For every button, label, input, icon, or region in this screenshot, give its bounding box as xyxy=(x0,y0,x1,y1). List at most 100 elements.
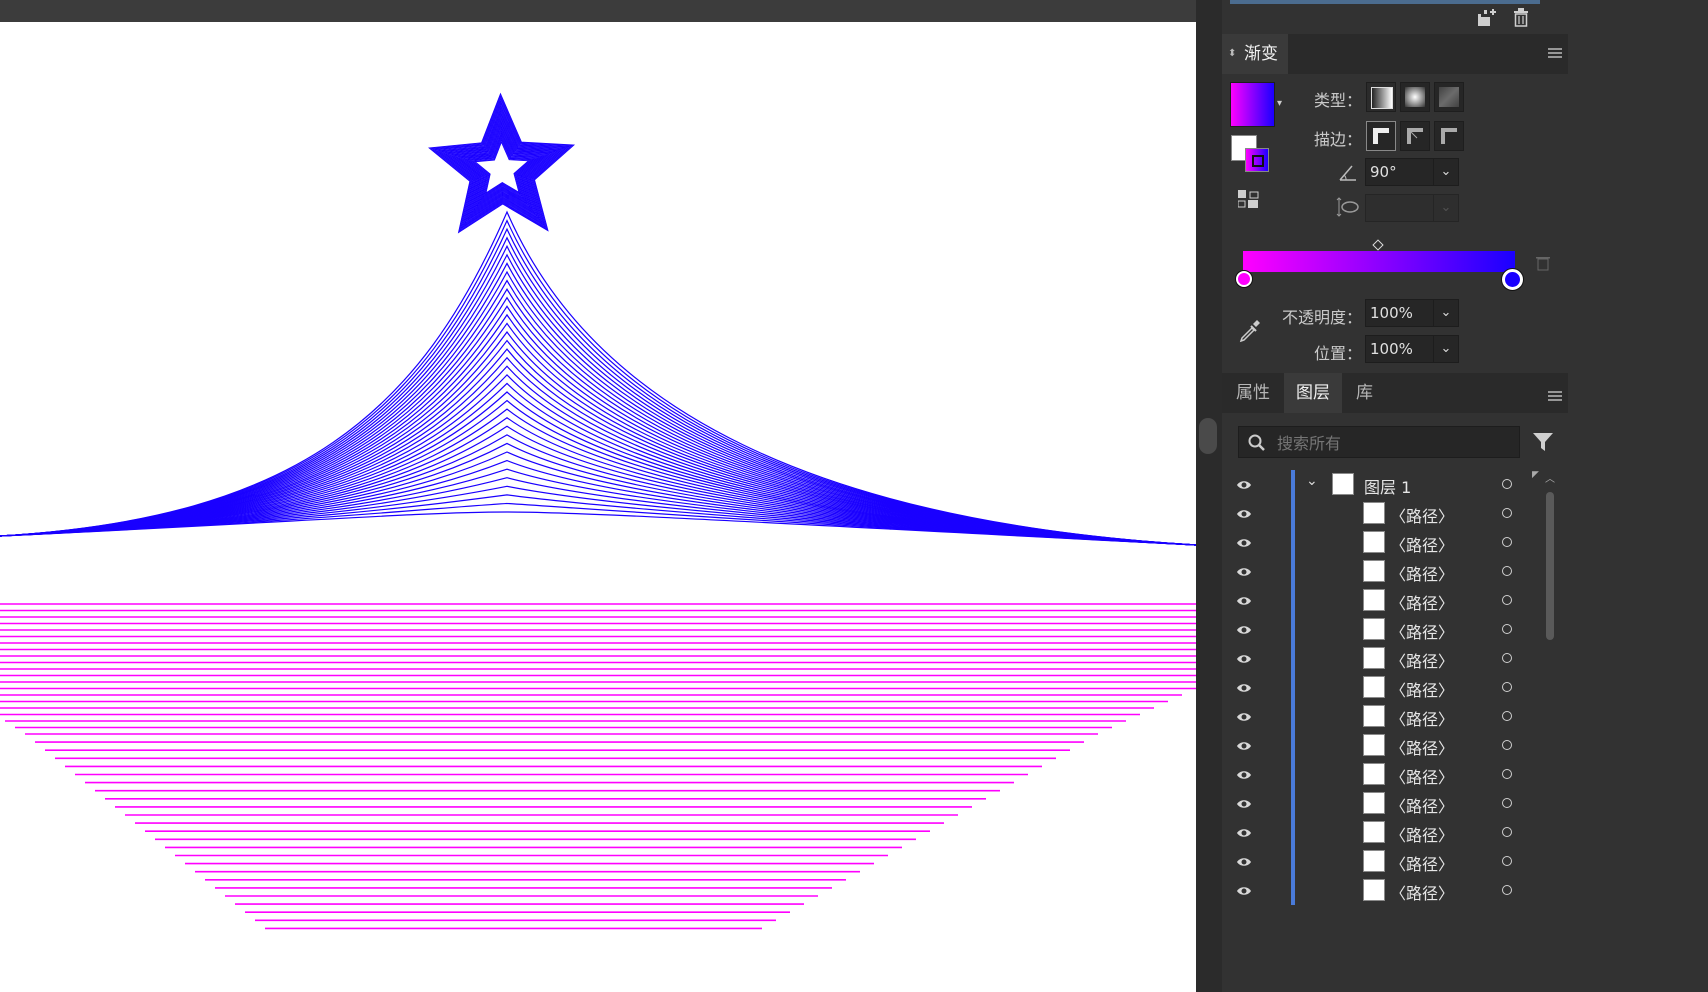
visibility-eye-icon[interactable] xyxy=(1236,709,1252,723)
visibility-eye-icon[interactable] xyxy=(1236,622,1252,636)
visibility-eye-icon[interactable] xyxy=(1236,796,1252,810)
visibility-eye-icon[interactable] xyxy=(1236,506,1252,520)
tree-blend-line xyxy=(0,270,1196,546)
target-circle-icon[interactable] xyxy=(1502,508,1512,518)
visibility-eye-icon[interactable] xyxy=(1236,593,1252,607)
angle-field[interactable]: 90° ⌄ xyxy=(1365,158,1459,186)
path-row[interactable]: 〈路径〉 xyxy=(1222,615,1540,644)
trash-icon[interactable] xyxy=(1512,8,1530,32)
eyedropper-icon[interactable] xyxy=(1238,318,1262,348)
path-row[interactable]: 〈路径〉 xyxy=(1222,876,1540,905)
freeform-gradient-button[interactable] xyxy=(1434,82,1464,112)
gradient-slider-bar[interactable] xyxy=(1243,251,1515,272)
visibility-eye-icon[interactable] xyxy=(1236,825,1252,839)
visibility-eye-icon[interactable] xyxy=(1236,767,1252,781)
filter-icon[interactable] xyxy=(1532,431,1554,457)
target-circle-icon[interactable] xyxy=(1502,653,1512,663)
path-name[interactable]: 〈路径〉 xyxy=(1390,619,1454,643)
canvas-scroll-handle[interactable] xyxy=(1199,418,1217,454)
path-name[interactable]: 〈路径〉 xyxy=(1390,851,1454,875)
swatch-dropdown-icon[interactable]: ▾ xyxy=(1277,98,1282,109)
path-row[interactable]: 〈路径〉 xyxy=(1222,586,1540,615)
location-field[interactable]: 100% ⌄ xyxy=(1365,335,1459,363)
panel-menu-icon[interactable] xyxy=(1548,44,1562,63)
location-dropdown-icon[interactable]: ⌄ xyxy=(1433,336,1458,362)
search-input[interactable] xyxy=(1275,429,1519,457)
visibility-eye-icon[interactable] xyxy=(1236,854,1252,868)
opacity-field[interactable]: 100% ⌄ xyxy=(1365,299,1459,327)
target-circle-icon[interactable] xyxy=(1502,885,1512,895)
tab-gradient[interactable]: ⬍ 渐变 xyxy=(1222,34,1288,74)
target-circle-icon[interactable] xyxy=(1502,856,1512,866)
visibility-eye-icon[interactable] xyxy=(1236,477,1252,491)
target-circle-icon[interactable] xyxy=(1502,740,1512,750)
layers-search[interactable] xyxy=(1238,426,1520,458)
target-circle-icon[interactable] xyxy=(1502,595,1512,605)
path-row[interactable]: 〈路径〉 xyxy=(1222,644,1540,673)
path-name[interactable]: 〈路径〉 xyxy=(1390,561,1454,585)
stroke-swatch[interactable] xyxy=(1245,148,1269,172)
visibility-eye-icon[interactable] xyxy=(1236,535,1252,549)
path-row[interactable]: 〈路径〉 xyxy=(1222,731,1540,760)
path-name[interactable]: 〈路径〉 xyxy=(1390,706,1454,730)
layer-name[interactable]: 图层 1 xyxy=(1364,474,1411,498)
gradient-stop-start[interactable] xyxy=(1236,271,1252,287)
path-row[interactable]: 〈路径〉 xyxy=(1222,557,1540,586)
linear-gradient-button[interactable] xyxy=(1366,82,1396,112)
path-name[interactable]: 〈路径〉 xyxy=(1390,735,1454,759)
delete-stop-icon xyxy=(1535,254,1551,276)
path-row[interactable]: 〈路径〉 xyxy=(1222,789,1540,818)
target-circle-icon[interactable] xyxy=(1502,798,1512,808)
target-circle-icon[interactable] xyxy=(1502,827,1512,837)
target-circle-icon[interactable] xyxy=(1502,711,1512,721)
layers-scroll-thumb[interactable] xyxy=(1546,492,1554,640)
path-name[interactable]: 〈路径〉 xyxy=(1390,880,1454,904)
tab-libraries[interactable]: 库 xyxy=(1344,373,1385,413)
layer-row[interactable]: ⌄ 图层 1 xyxy=(1222,470,1540,499)
visibility-eye-icon[interactable] xyxy=(1236,738,1252,752)
visibility-eye-icon[interactable] xyxy=(1236,680,1252,694)
gradient-stop-end[interactable] xyxy=(1502,269,1523,290)
radial-gradient-button[interactable] xyxy=(1400,82,1430,112)
target-circle-icon[interactable] xyxy=(1502,566,1512,576)
path-row[interactable]: 〈路径〉 xyxy=(1222,499,1540,528)
target-circle-icon[interactable] xyxy=(1502,682,1512,692)
panel-divider[interactable] xyxy=(1196,0,1222,992)
collapse-arrows-icon[interactable]: ⬍ xyxy=(1228,34,1236,74)
path-row[interactable]: 〈路径〉 xyxy=(1222,818,1540,847)
scroll-up-icon[interactable]: ︿ xyxy=(1545,470,1555,485)
path-row[interactable]: 〈路径〉 xyxy=(1222,760,1540,789)
path-name[interactable]: 〈路径〉 xyxy=(1390,590,1454,614)
target-circle-icon[interactable] xyxy=(1502,537,1512,547)
tab-layers[interactable]: 图层 xyxy=(1284,373,1342,413)
path-row[interactable]: 〈路径〉 xyxy=(1222,847,1540,876)
new-layer-icon[interactable] xyxy=(1476,8,1498,32)
visibility-eye-icon[interactable] xyxy=(1236,564,1252,578)
path-name[interactable]: 〈路径〉 xyxy=(1390,822,1454,846)
layers-panel-menu-icon[interactable] xyxy=(1548,387,1562,406)
opacity-dropdown-icon[interactable]: ⌄ xyxy=(1433,300,1458,326)
path-name[interactable]: 〈路径〉 xyxy=(1390,503,1454,527)
tab-properties[interactable]: 属性 xyxy=(1224,373,1282,413)
visibility-eye-icon[interactable] xyxy=(1236,883,1252,897)
stroke-within-button[interactable] xyxy=(1366,121,1396,151)
angle-dropdown-icon[interactable]: ⌄ xyxy=(1433,159,1458,185)
visibility-eye-icon[interactable] xyxy=(1236,651,1252,665)
target-circle-icon[interactable] xyxy=(1502,479,1512,489)
path-name[interactable]: 〈路径〉 xyxy=(1390,764,1454,788)
path-row[interactable]: 〈路径〉 xyxy=(1222,702,1540,731)
stroke-along-button[interactable] xyxy=(1400,121,1430,151)
artboard-canvas[interactable] xyxy=(0,22,1196,992)
swap-colors-icon[interactable] xyxy=(1237,190,1260,214)
path-name[interactable]: 〈路径〉 xyxy=(1390,793,1454,817)
path-name[interactable]: 〈路径〉 xyxy=(1390,648,1454,672)
target-circle-icon[interactable] xyxy=(1502,769,1512,779)
path-row[interactable]: 〈路径〉 xyxy=(1222,528,1540,557)
path-name[interactable]: 〈路径〉 xyxy=(1390,677,1454,701)
gradient-swatch[interactable] xyxy=(1230,82,1275,127)
stroke-across-button[interactable] xyxy=(1434,121,1464,151)
chevron-down-icon[interactable]: ⌄ xyxy=(1306,473,1318,489)
target-circle-icon[interactable] xyxy=(1502,624,1512,634)
path-row[interactable]: 〈路径〉 xyxy=(1222,673,1540,702)
path-name[interactable]: 〈路径〉 xyxy=(1390,532,1454,556)
